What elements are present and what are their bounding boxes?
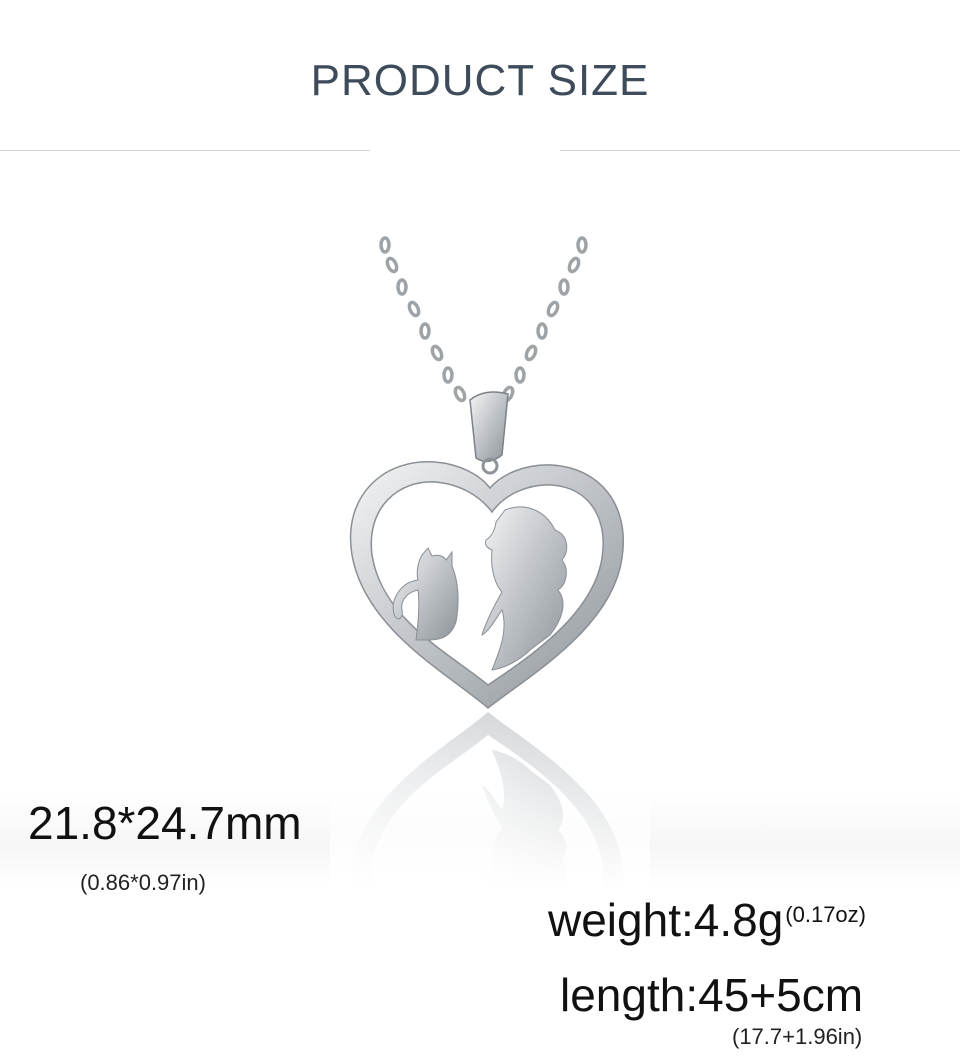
pendant-necklace-image [330,236,650,890]
weight-grams: weight:4.8g [548,894,784,946]
weight-ounces: (0.17oz) [785,902,866,927]
weight-spec: weight:4.8g(0.17oz) [548,893,866,947]
title-divider-right [560,150,960,151]
title-divider-left [0,150,370,151]
page-title: PRODUCT SIZE [310,56,650,105]
dimensions-mm: 21.8*24.7mm [28,797,302,849]
pendant-bail [469,391,509,463]
dimensions-inches: (0.86*0.97in) [80,870,206,895]
chain [379,236,588,403]
heart-pendant [349,461,624,709]
chain-length-inches: (17.7+1.96in) [732,1024,863,1049]
chain-length-cm: length:45+5cm [560,969,864,1021]
